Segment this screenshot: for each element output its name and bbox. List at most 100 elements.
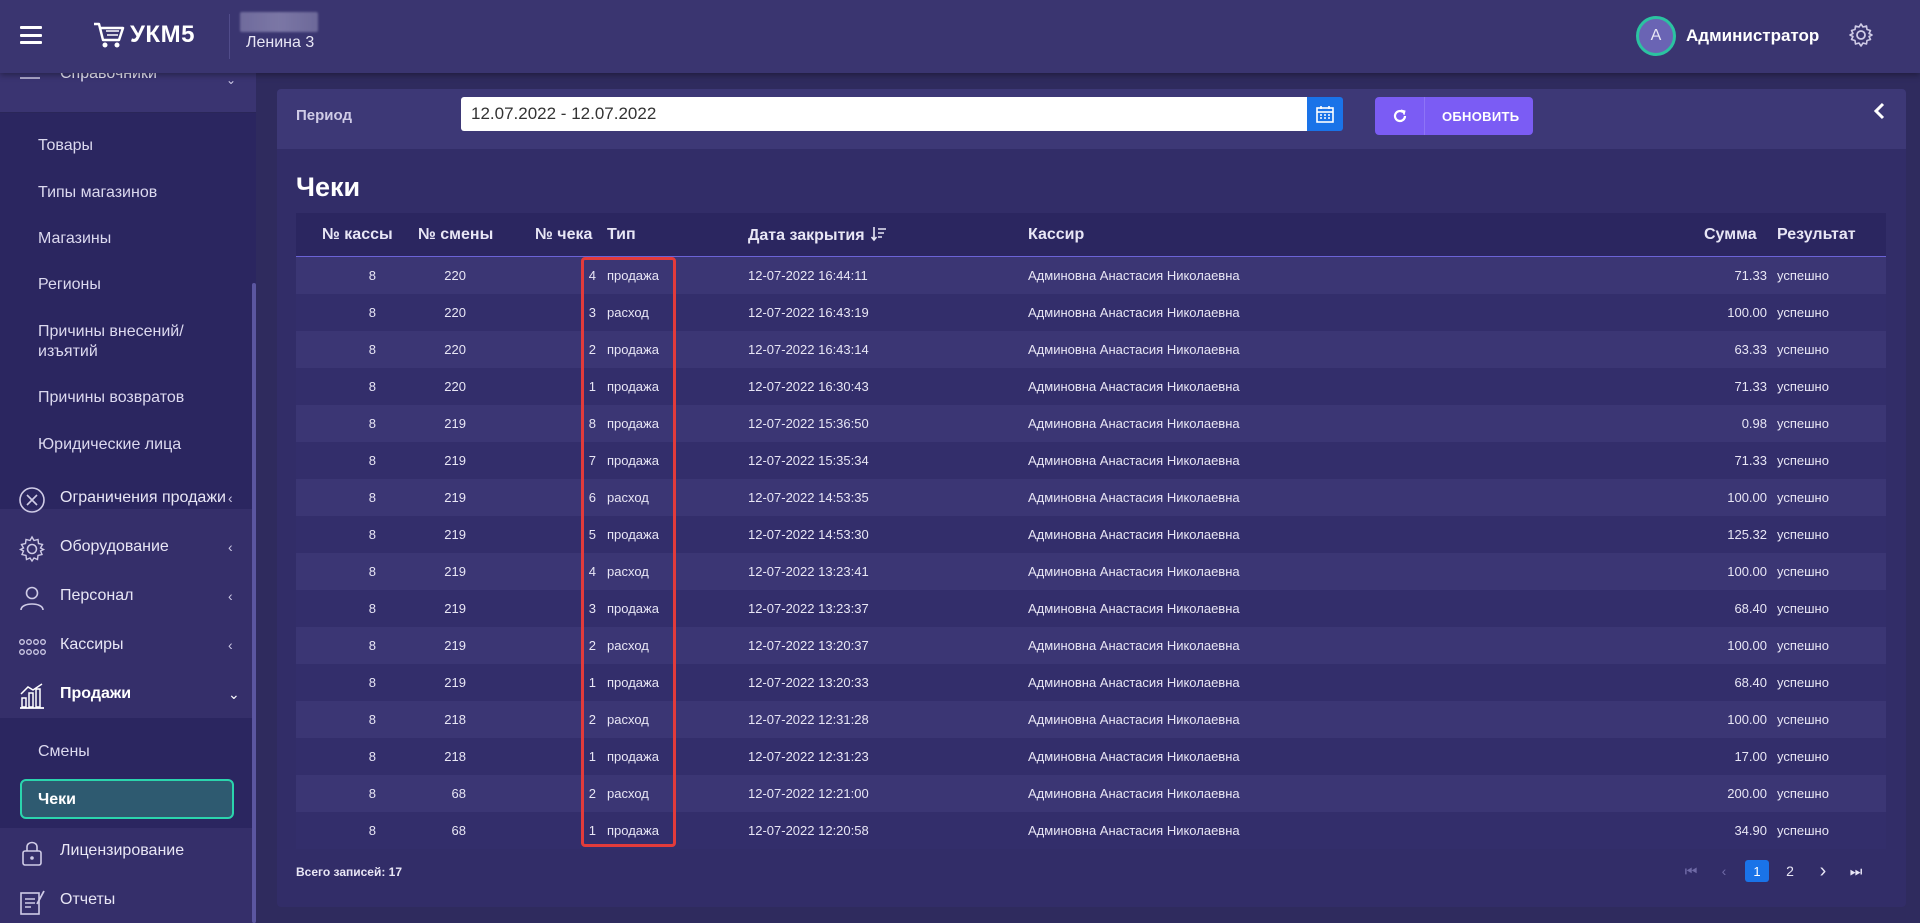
- filter-bar: Период ОБНОВИТЬ: [277, 89, 1906, 149]
- cell-result: успешно: [1777, 342, 1829, 357]
- cell-amount: 125.32: [1727, 527, 1767, 542]
- calendar-button[interactable]: [1307, 97, 1343, 131]
- sidebar-sub-shifts[interactable]: Смены: [38, 742, 90, 762]
- cell-amount: 71.33: [1734, 379, 1767, 394]
- refresh-button[interactable]: ОБНОВИТЬ: [1375, 97, 1533, 135]
- pagination: ⏮ ‹ 1 2 › ⏭: [1670, 859, 1868, 883]
- calendar-icon: [1316, 106, 1334, 123]
- table-row[interactable]: 8 219 6 расход 12-07-2022 14:53:35 Админовна …: [296, 479, 1886, 516]
- sidebar-sub-regions[interactable]: Регионы: [38, 275, 101, 295]
- main-panel: Период ОБНОВИТЬ Чеки № касс: [277, 89, 1906, 907]
- sidebar-sub-label: Чеки: [38, 791, 76, 808]
- blurred-store-label: [240, 12, 318, 32]
- page-2-button[interactable]: 2: [1778, 860, 1802, 882]
- column-header-result[interactable]: Результат: [1777, 226, 1856, 244]
- cell-result: успешно: [1777, 823, 1829, 838]
- column-header-cashier[interactable]: Кассир: [1028, 226, 1084, 244]
- circle-x-icon: [19, 487, 45, 513]
- avatar[interactable]: А: [1636, 16, 1676, 56]
- column-header-register[interactable]: № кассы: [322, 226, 393, 244]
- sidebar-sub-return-reasons[interactable]: Причины возвратов: [38, 388, 184, 408]
- table-row[interactable]: 8 220 1 продажа 12-07-2022 16:30:43 Админовна…: [296, 368, 1886, 405]
- cell-amount: 68.40: [1734, 675, 1767, 690]
- sidebar-item-label: Ограничения продажи: [60, 489, 226, 506]
- cell-amount: 200.00: [1727, 786, 1767, 801]
- sidebar-item-licensing[interactable]: Лицензирование: [0, 827, 256, 875]
- prev-page-icon[interactable]: ‹: [1712, 860, 1736, 882]
- sort-desc-icon: [870, 227, 887, 242]
- sidebar-item-cashiers[interactable]: Кассиры ‹: [0, 621, 256, 669]
- cell-amount: 100.00: [1727, 305, 1767, 320]
- sidebar-item-personnel[interactable]: Персонал ‹: [0, 572, 256, 620]
- table-row[interactable]: 8 220 3 расход 12-07-2022 16:43:19 Админовна …: [296, 294, 1886, 331]
- table-row[interactable]: 8 219 3 продажа 12-07-2022 13:23:37 Админовна…: [296, 590, 1886, 627]
- user-name[interactable]: Администратор: [1686, 26, 1819, 46]
- cell-result: успешно: [1777, 416, 1829, 431]
- sidebar-item-label: Справочники: [60, 73, 157, 82]
- sidebar-item-label: Продажи: [60, 685, 132, 702]
- collapse-panel-icon[interactable]: [1870, 101, 1890, 121]
- sidebar-item-sales[interactable]: Продажи ⌄: [0, 670, 256, 718]
- column-header-receipt[interactable]: № чека: [535, 226, 592, 244]
- top-bar: УКМ5 Ленина 3 А Администратор: [0, 0, 1920, 73]
- gear-icon[interactable]: [1848, 22, 1874, 48]
- sidebar-sub-stores[interactable]: Магазины: [38, 229, 111, 249]
- chart-icon: [20, 683, 44, 709]
- chevron-down-icon: ⌄: [228, 685, 240, 702]
- table-row[interactable]: 8 219 4 расход 12-07-2022 13:23:41 Админовна …: [296, 553, 1886, 590]
- cell-amount: 100.00: [1727, 564, 1767, 579]
- table-row[interactable]: 8 219 7 продажа 12-07-2022 15:35:34 Админовна…: [296, 442, 1886, 479]
- report-icon: [20, 890, 45, 915]
- cell-result: успешно: [1777, 786, 1829, 801]
- sidebar-item-reports[interactable]: Отчеты: [0, 876, 256, 923]
- refresh-icon: [1393, 109, 1406, 123]
- sidebar-item-sale-restrictions[interactable]: Ограничения продажи ‹: [0, 474, 256, 522]
- menu-icon[interactable]: [20, 26, 42, 44]
- chevron-left-icon: ‹: [228, 539, 233, 555]
- column-header-type[interactable]: Тип: [607, 226, 636, 244]
- sidebar-sub-legal-entities[interactable]: Юридические лица: [38, 435, 181, 455]
- cell-amount: 34.90: [1734, 823, 1767, 838]
- table-row[interactable]: 8 218 2 расход 12-07-2022 12:31:28 Админовна …: [296, 701, 1886, 738]
- period-input[interactable]: [461, 97, 1307, 131]
- page-1-button[interactable]: 1: [1745, 860, 1769, 882]
- sidebar-item-equipment[interactable]: Оборудование ‹: [0, 523, 256, 571]
- table-row[interactable]: 8 218 1 продажа 12-07-2022 12:31:23 Админовна…: [296, 738, 1886, 775]
- chevron-left-icon: ‹: [228, 588, 233, 604]
- cell-result: успешно: [1777, 601, 1829, 616]
- sidebar-sub-deposit-reasons[interactable]: Причины внесений/ изъятий: [38, 322, 208, 362]
- period-label: Период: [296, 107, 352, 124]
- column-header-close-date[interactable]: Дата закрытия: [748, 226, 887, 245]
- cell-result: успешно: [1777, 305, 1829, 320]
- table-row[interactable]: 8 219 1 продажа 12-07-2022 13:20:33 Админовна…: [296, 664, 1886, 701]
- cell-amount: 100.00: [1727, 490, 1767, 505]
- next-page-icon[interactable]: ›: [1811, 860, 1835, 882]
- store-name[interactable]: Ленина 3: [246, 34, 314, 52]
- cell-result: успешно: [1777, 453, 1829, 468]
- user-menu[interactable]: А Администратор: [1636, 16, 1819, 56]
- sidebar-item-directories[interactable]: Справочники ⌄: [0, 73, 256, 113]
- column-header-amount[interactable]: Сумма: [1704, 226, 1757, 244]
- sidebar-sub-products[interactable]: Товары: [38, 136, 93, 156]
- sidebar: Справочники ⌄ Товары Типы магазинов Мага…: [0, 73, 256, 923]
- table-row[interactable]: 8 219 8 продажа 12-07-2022 15:36:50 Админовна…: [296, 405, 1886, 442]
- cell-amount: 17.00: [1734, 749, 1767, 764]
- logo[interactable]: УКМ5: [92, 20, 195, 50]
- last-page-icon[interactable]: ⏭: [1844, 860, 1868, 882]
- table-row[interactable]: 8 220 2 продажа 12-07-2022 16:43:14 Админовна…: [296, 331, 1886, 368]
- cell-amount: 100.00: [1727, 638, 1767, 653]
- sidebar-sub-store-types[interactable]: Типы магазинов: [38, 183, 157, 203]
- table-row[interactable]: 8 68 1 продажа 12-07-2022 12:20:58 Админовна …: [296, 812, 1886, 849]
- column-header-label: Дата закрытия: [748, 227, 865, 244]
- sidebar-scrollbar[interactable]: [252, 283, 256, 923]
- sidebar-item-label: Оборудование: [60, 538, 169, 555]
- column-header-shift[interactable]: № смены: [418, 226, 493, 244]
- table-row[interactable]: 8 219 5 продажа 12-07-2022 14:53:30 Админовна…: [296, 516, 1886, 553]
- table-row[interactable]: 8 220 4 продажа 12-07-2022 16:44:11 Админовна…: [296, 257, 1886, 294]
- sidebar-sub-receipts[interactable]: Чеки: [20, 779, 234, 819]
- table-row[interactable]: 8 68 2 расход 12-07-2022 12:21:00 Админовна А…: [296, 775, 1886, 812]
- total-records: Всего записей: 17: [296, 865, 403, 879]
- table-row[interactable]: 8 219 2 расход 12-07-2022 13:20:37 Админовна …: [296, 627, 1886, 664]
- cell-result: успешно: [1777, 379, 1829, 394]
- first-page-icon[interactable]: ⏮: [1679, 860, 1703, 882]
